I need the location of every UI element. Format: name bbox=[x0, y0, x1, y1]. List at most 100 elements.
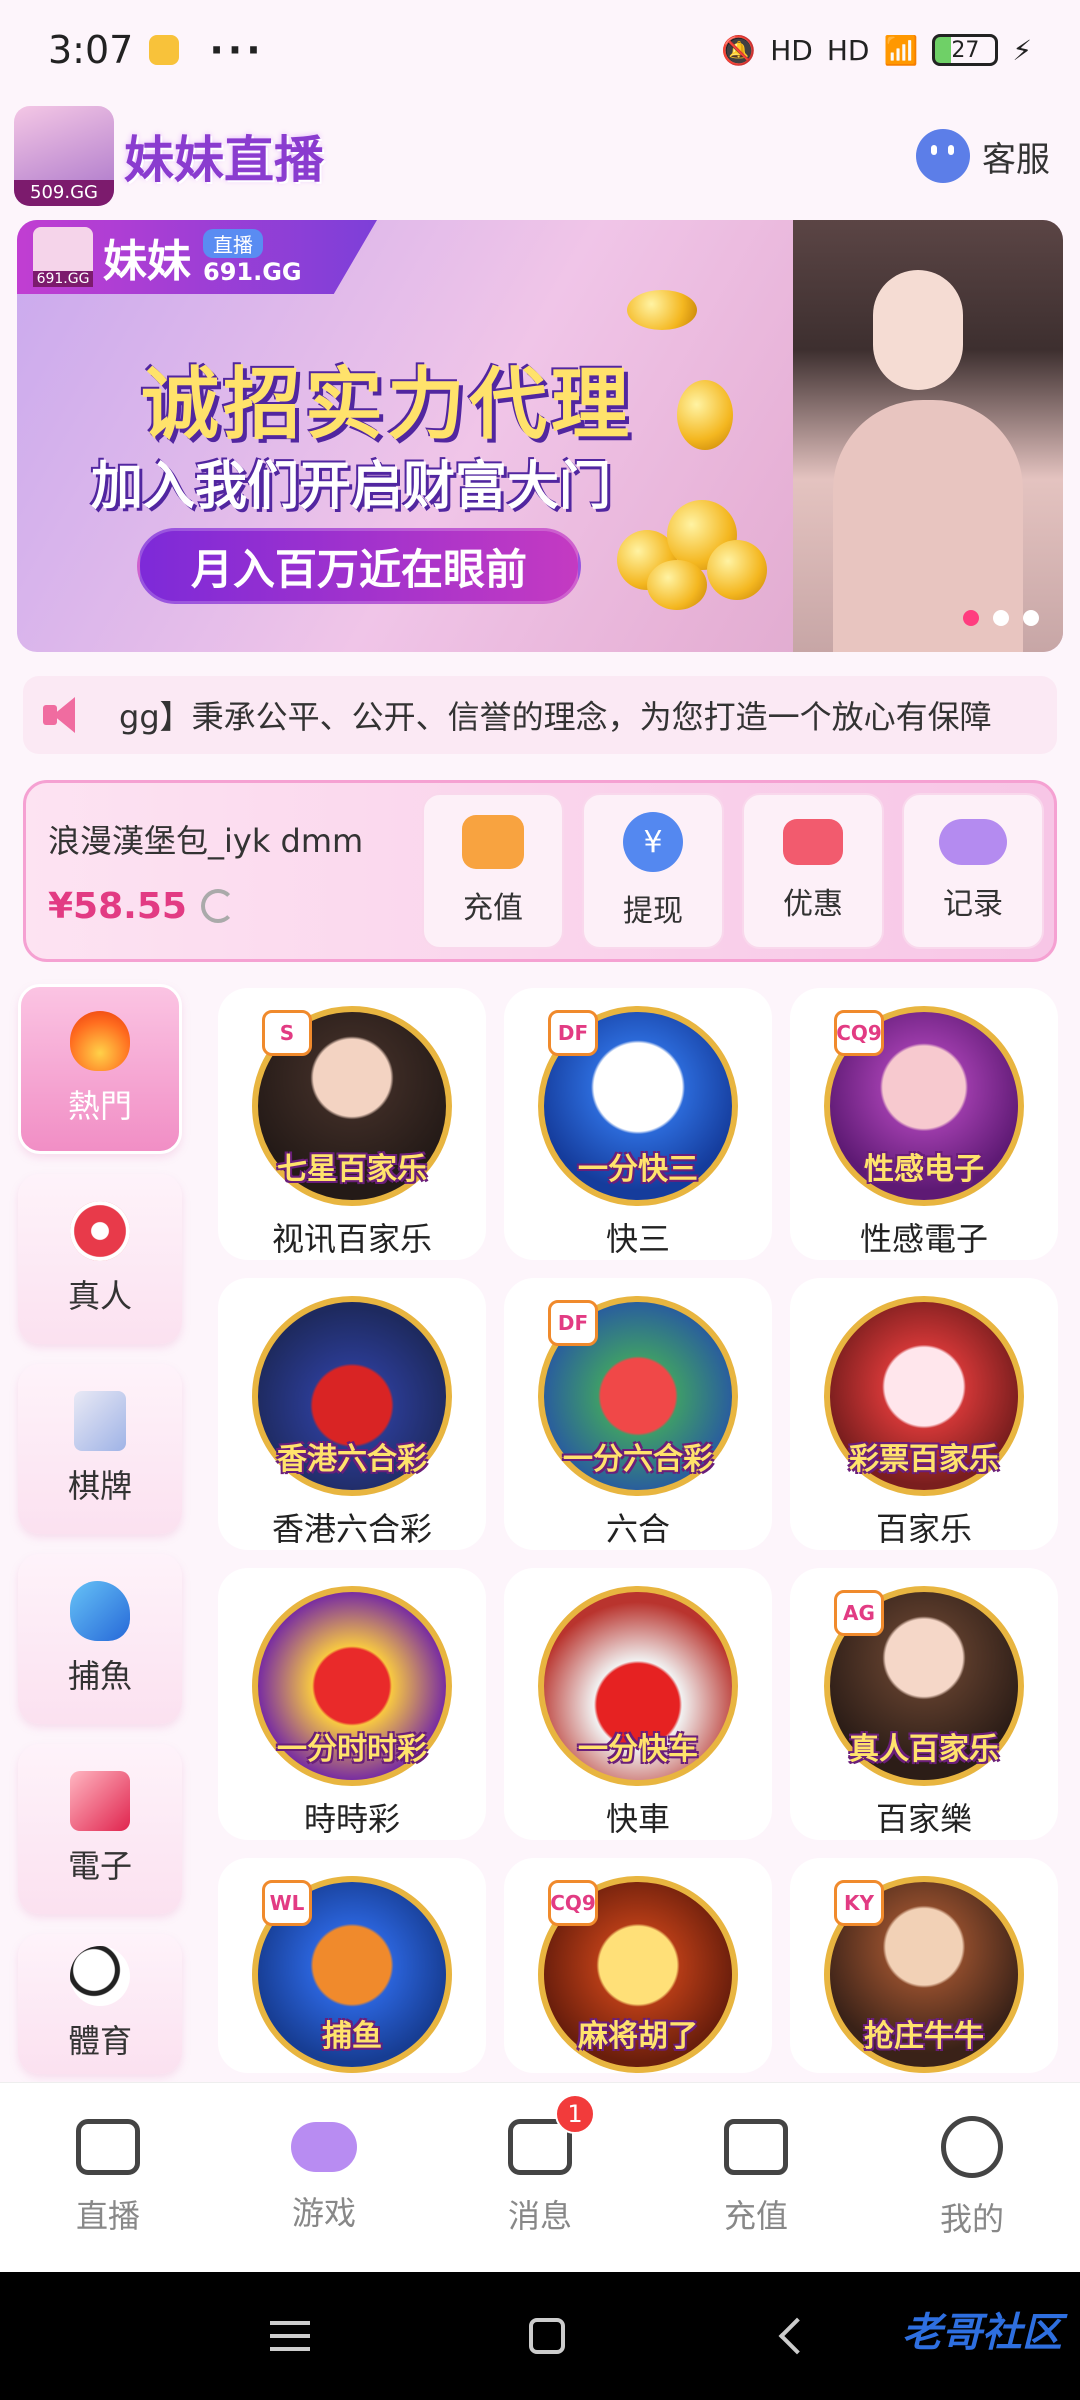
banner-brand-tag: 直播 bbox=[203, 228, 263, 258]
customer-service-icon bbox=[916, 129, 970, 183]
game-art-label: 抢庄牛牛 bbox=[864, 2020, 984, 2053]
tab-label: 游戏 bbox=[291, 2193, 356, 2232]
bottom-tab-bar: 直播 游戏 1 消息 充值 我的 bbox=[0, 2082, 1080, 2272]
category-label: 熱門 bbox=[67, 1087, 132, 1125]
carousel-dot[interactable] bbox=[993, 610, 1009, 626]
game-name: 六合 bbox=[605, 1510, 670, 1548]
floating-coin bbox=[627, 290, 697, 330]
category-sidebar: 熱門 真人 棋牌 捕魚 電子 體育 bbox=[18, 984, 184, 2094]
tab-messages[interactable]: 1 消息 bbox=[465, 2093, 615, 2237]
game-card[interactable]: AG 真人百家乐 百家樂 bbox=[790, 1568, 1058, 1840]
menu-icon[interactable] bbox=[269, 2321, 310, 2351]
game-art-label: 性感电子 bbox=[864, 1153, 984, 1186]
wallet-icon bbox=[724, 2118, 788, 2175]
more-notifications-icon: ··· bbox=[209, 28, 265, 72]
promo-banner[interactable]: 691.GG 妹妹 直播 691.GG 诚招实力代理 加入我们开启财富大门 月入… bbox=[17, 220, 1063, 652]
carousel-dot-active[interactable] bbox=[963, 610, 979, 626]
tab-recharge[interactable]: 充值 bbox=[681, 2118, 831, 2237]
refresh-icon[interactable] bbox=[200, 889, 235, 923]
game-card[interactable]: 彩票百家乐 百家乐 bbox=[790, 1278, 1058, 1550]
fire-icon bbox=[70, 1011, 130, 1071]
game-art: DF 一分六合彩 bbox=[538, 1296, 738, 1496]
provider-badge: DF bbox=[548, 1300, 598, 1346]
watermark: 老哥社区 bbox=[902, 2311, 1062, 2355]
game-grid: S 七星百家乐 视讯百家乐 DF 一分快三 快三 CQ9 性感电子 性感電子 香… bbox=[218, 988, 1058, 2073]
game-card[interactable]: S 七星百家乐 视讯百家乐 bbox=[218, 988, 486, 1260]
unread-badge: 1 bbox=[555, 2093, 595, 2134]
game-art: CQ9 性感电子 bbox=[824, 1006, 1024, 1206]
signal-1-icon: HD bbox=[770, 33, 813, 67]
tab-live[interactable]: 直播 bbox=[33, 2118, 183, 2237]
category-live[interactable]: 真人 bbox=[18, 1174, 182, 1344]
category-slots[interactable]: 電子 bbox=[18, 1744, 182, 1914]
home-icon[interactable] bbox=[528, 2318, 565, 2354]
game-art: S 七星百家乐 bbox=[252, 1006, 452, 1206]
smiley-icon bbox=[941, 2115, 1003, 2178]
game-name: 快三 bbox=[605, 1220, 670, 1258]
game-art: AG 真人百家乐 bbox=[824, 1586, 1024, 1786]
speaker-icon bbox=[43, 697, 89, 733]
game-art-label: 七星百家乐 bbox=[277, 1153, 427, 1186]
game-name: 快車 bbox=[605, 1800, 670, 1838]
app-logo: 509.GG bbox=[14, 106, 114, 206]
charging-icon: ⚡ bbox=[1012, 33, 1032, 67]
coins-illustration bbox=[607, 480, 777, 610]
game-art-label: 捕鱼 bbox=[322, 2020, 382, 2053]
game-art-label: 一分快车 bbox=[578, 1733, 698, 1766]
floating-coin bbox=[677, 380, 733, 450]
game-art-label: 真人百家乐 bbox=[849, 1733, 999, 1766]
gamepad-icon bbox=[291, 2121, 357, 2172]
records-button[interactable]: 记录 bbox=[902, 793, 1044, 949]
game-card[interactable]: WL 捕鱼 bbox=[218, 1858, 486, 2073]
game-card[interactable]: KY 抢庄牛牛 bbox=[790, 1858, 1058, 2073]
yen-icon: ¥ bbox=[623, 812, 683, 872]
withdraw-button[interactable]: ¥ 提现 bbox=[582, 793, 724, 949]
game-art-label: 一分快三 bbox=[578, 1153, 698, 1186]
logo-domain: 509.GG bbox=[14, 180, 114, 206]
banner-brand-name: 妹妹 bbox=[103, 236, 191, 287]
category-label: 真人 bbox=[67, 1277, 132, 1315]
game-card[interactable]: DF 一分快三 快三 bbox=[504, 988, 772, 1260]
category-sports[interactable]: 體育 bbox=[18, 1934, 182, 2074]
game-name: 時時彩 bbox=[303, 1800, 400, 1838]
banner-subheadline: 加入我们开启财富大门 bbox=[91, 458, 612, 516]
banner-brand-domain: 691.GG bbox=[203, 257, 302, 286]
deposit-button[interactable]: 充值 bbox=[422, 793, 564, 949]
category-label: 棋牌 bbox=[67, 1467, 132, 1505]
category-cards[interactable]: 棋牌 bbox=[18, 1364, 182, 1534]
category-fishing[interactable]: 捕魚 bbox=[18, 1554, 182, 1724]
announcement-marquee[interactable]: gg】秉承公平、公开、信誉的理念，为您打造一个放心有保障 bbox=[23, 676, 1057, 754]
back-icon[interactable] bbox=[778, 2317, 816, 2355]
banner-model-image bbox=[793, 220, 1063, 652]
message-icon: 1 bbox=[508, 2093, 595, 2175]
slots-icon bbox=[70, 1771, 130, 1831]
game-art-label: 麻将胡了 bbox=[578, 2020, 698, 2053]
carousel-dot[interactable] bbox=[1023, 610, 1039, 626]
category-hot[interactable]: 熱門 bbox=[18, 984, 182, 1154]
status-bar: 3:07 ··· 🔕 HD HD 📶 27 ⚡ bbox=[0, 0, 1080, 100]
game-card[interactable]: CQ9 麻将胡了 bbox=[504, 1858, 772, 2073]
game-card[interactable]: 一分快车 快車 bbox=[504, 1568, 772, 1840]
signal-2-icon: HD bbox=[826, 33, 870, 67]
category-label: 體育 bbox=[67, 2022, 132, 2060]
tab-label: 我的 bbox=[939, 2199, 1004, 2238]
game-card[interactable]: 香港六合彩 香港六合彩 bbox=[218, 1278, 486, 1550]
video-camera-icon bbox=[76, 2118, 140, 2175]
chat-notification-icon bbox=[149, 35, 180, 65]
battery-icon: 27 bbox=[932, 34, 999, 66]
tab-label: 充值 bbox=[723, 2196, 788, 2235]
tab-me[interactable]: 我的 bbox=[897, 2115, 1047, 2240]
game-art: 一分快车 bbox=[538, 1586, 738, 1786]
game-card[interactable]: DF 一分六合彩 六合 bbox=[504, 1278, 772, 1550]
app-title: 妹妹直播 bbox=[124, 132, 324, 188]
provider-badge: CQ9 bbox=[834, 1010, 884, 1056]
promotions-button[interactable]: 优惠 bbox=[742, 793, 884, 949]
game-card[interactable]: CQ9 性感电子 性感電子 bbox=[790, 988, 1058, 1260]
tab-games[interactable]: 游戏 bbox=[249, 2121, 399, 2234]
provider-badge: CQ9 bbox=[548, 1880, 598, 1926]
chip-icon bbox=[70, 1201, 130, 1261]
customer-service-button[interactable]: 客服 bbox=[916, 129, 1050, 183]
provider-badge: S bbox=[262, 1010, 312, 1056]
game-name: 香港六合彩 bbox=[271, 1510, 432, 1548]
game-card[interactable]: 一分时时彩 時時彩 bbox=[218, 1568, 486, 1840]
